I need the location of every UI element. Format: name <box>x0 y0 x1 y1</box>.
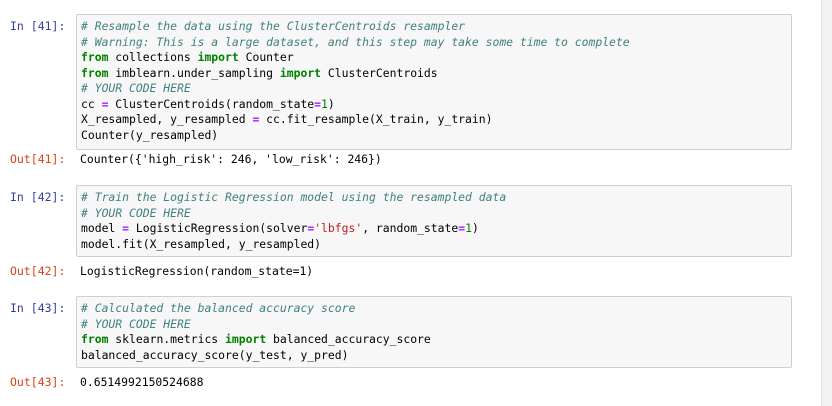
code-token: # Train the Logistic Regression model us… <box>81 190 507 204</box>
code-token: ) <box>327 96 335 111</box>
vertical-scrollbar[interactable] <box>821 0 832 406</box>
code-line: # YOUR CODE HERE <box>81 206 791 222</box>
code-token: 1 <box>321 96 328 111</box>
code-token: import <box>197 50 239 64</box>
cell-output: LogisticRegression(random_state=1) <box>80 264 314 278</box>
code-token: ClusterCentroids <box>321 65 438 80</box>
code-line: # Calculated the balanced accuracy score <box>81 301 791 317</box>
code-line: from imblearn.under_sampling import Clus… <box>81 66 791 82</box>
code-token: Counter <box>238 50 294 64</box>
code-token: X_resampled, y_resampled <box>81 112 253 126</box>
code-line: model.fit(X_resampled, y_resampled) <box>81 237 791 253</box>
code-token: from <box>81 50 109 64</box>
code-line: model = LogisticRegression(solver='lbfgs… <box>81 221 791 237</box>
code-line: balanced_accuracy_score(y_test, y_pred) <box>81 348 791 364</box>
code-token: 'lbfgs' <box>314 221 363 235</box>
output-prompt: Out[41]: <box>10 152 66 166</box>
code-token: LogisticRegression(solver <box>129 221 308 235</box>
code-line: # Resample the data using the ClusterCen… <box>81 19 791 35</box>
code-token: = <box>122 221 130 235</box>
code-token: model <box>81 221 123 235</box>
code-line: cc = ClusterCentroids(random_state=1) <box>81 97 791 113</box>
input-prompt: In [43]: <box>10 301 66 315</box>
code-line: # Train the Logistic Regression model us… <box>81 190 791 206</box>
code-token: 1 <box>465 221 472 235</box>
code-token: # YOUR CODE HERE <box>81 81 191 95</box>
code-token: ) <box>471 221 479 235</box>
code-line: X_resampled, y_resampled = cc.fit_resamp… <box>81 112 791 128</box>
cell-output: 0.6514992150524688 <box>80 375 204 389</box>
code-token: cc <box>81 96 102 111</box>
code-token: imblearn.under_sampling <box>108 65 280 80</box>
code-token: # Calculated the balanced accuracy score <box>81 301 356 315</box>
code-token: # YOUR CODE HERE <box>81 316 191 331</box>
code-token: cc.fit_resample(X_train, y_train) <box>259 112 493 126</box>
code-token: # YOUR CODE HERE <box>81 205 191 220</box>
input-prompt: In [42]: <box>10 190 66 204</box>
code-line: # Warning: This is a large dataset, and … <box>81 35 791 51</box>
code-token: , random_state <box>362 221 459 235</box>
code-line: # YOUR CODE HERE <box>81 317 791 333</box>
code-token: Counter(y_resampled) <box>81 127 219 142</box>
output-prompt: Out[42]: <box>10 264 66 278</box>
code-line: from collections import Counter <box>81 50 791 66</box>
code-token: = <box>314 96 322 111</box>
output-prompt: Out[43]: <box>10 375 66 389</box>
code-token: balanced_accuracy_score <box>266 332 431 346</box>
code-token: balanced_accuracy_score(y_test, y_pred) <box>81 347 349 362</box>
code-token: # Warning: This is a large dataset, and … <box>81 34 630 49</box>
code-token: collections <box>108 50 198 64</box>
code-token: import <box>225 332 267 346</box>
code-input-area[interactable]: # Calculated the balanced accuracy score… <box>76 296 792 368</box>
code-token: sklearn.metrics <box>108 332 226 346</box>
code-token: ClusterCentroids(random_state <box>108 96 315 111</box>
input-prompt: In [41]: <box>10 19 66 33</box>
code-token: model.fit(X_resampled, y_resampled) <box>81 236 322 251</box>
code-line: from sklearn.metrics import balanced_acc… <box>81 332 791 348</box>
code-token: from <box>81 332 109 346</box>
code-input-area[interactable]: # Train the Logistic Regression model us… <box>76 185 792 257</box>
code-token: from <box>81 65 109 80</box>
cell-output: Counter({'high_risk': 246, 'low_risk': 2… <box>80 152 382 166</box>
code-line: Counter(y_resampled) <box>81 128 791 144</box>
code-token: # Resample the data using the ClusterCen… <box>81 19 466 33</box>
code-token: import <box>279 65 322 80</box>
code-line: # YOUR CODE HERE <box>81 81 791 97</box>
code-input-area[interactable]: # Resample the data using the ClusterCen… <box>76 14 792 150</box>
